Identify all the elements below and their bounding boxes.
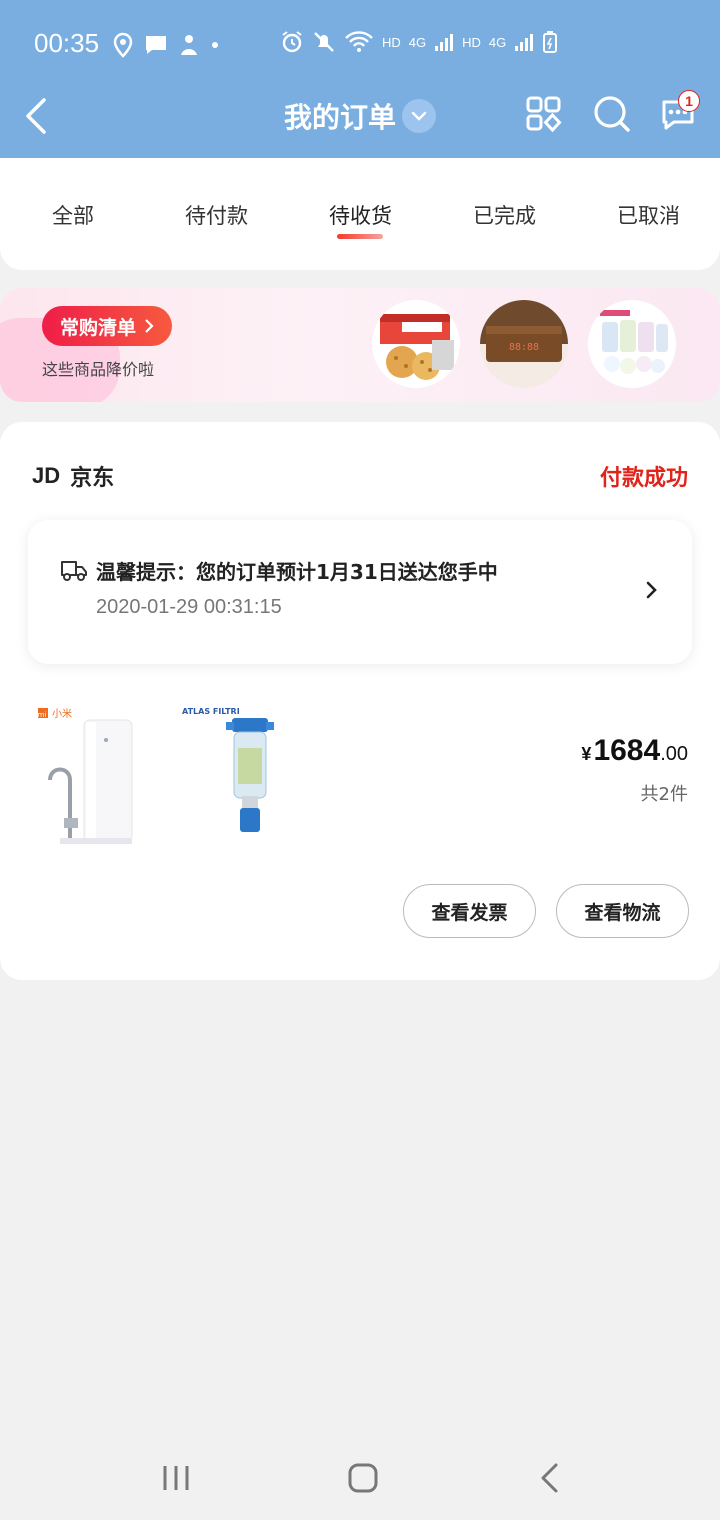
chevron-right-icon xyxy=(145,319,154,333)
page-title: 我的订单 xyxy=(284,101,397,134)
status-system-icons: HD 4G HD 4G xyxy=(280,30,558,54)
title-dropdown[interactable]: 我的订单 xyxy=(284,96,437,136)
baby-food-image xyxy=(600,310,668,374)
svg-text:88:88: 88:88 xyxy=(509,342,539,353)
atlas-filter-image: ATLAS FILTRI xyxy=(182,707,274,832)
price-decimal: .00 xyxy=(660,743,688,765)
jd-logo: JD xyxy=(32,463,61,488)
product-thumbnail-cookies[interactable] xyxy=(372,300,460,388)
network-label-1: 4G xyxy=(408,34,427,50)
alarm-icon xyxy=(282,31,302,53)
active-tab-indicator xyxy=(337,234,383,239)
dot-icon xyxy=(212,42,218,48)
water-purifier-image: mi 小米 xyxy=(38,707,133,844)
back-arrow-icon xyxy=(26,98,46,134)
frequent-purchase-banner[interactable]: 常购清单 这些商品降价啦 88:88 xyxy=(0,288,720,402)
price-currency: ¥ xyxy=(581,744,592,764)
product-image-water-purifier[interactable]: mi 小米 xyxy=(30,700,160,850)
delivery-notice[interactable]: 温馨提示：您的订单预计1月31日送达您手中 2020-01-29 00:31:1… xyxy=(28,520,692,664)
banner-subtitle: 这些商品降价啦 xyxy=(42,360,155,379)
order-card[interactable]: JD 京东 付款成功 温馨提示：您的订单预计1月31日送达您手中 2020-01… xyxy=(0,422,720,980)
chevron-right-icon xyxy=(646,581,657,599)
categories-button[interactable] xyxy=(524,94,564,134)
hd-label-1: HD xyxy=(382,34,401,50)
signal-icon-1 xyxy=(435,34,454,51)
battery-icon xyxy=(543,31,558,53)
brand-label-xiaomi: 小米 xyxy=(52,707,72,720)
tab-pending-receipt[interactable]: 待收货 xyxy=(329,200,392,230)
brand-label-atlas: ATLAS FILTRI xyxy=(182,707,240,716)
order-status: 付款成功 xyxy=(599,466,688,491)
hd-label-2: HD xyxy=(462,34,481,50)
wifi-icon xyxy=(345,31,373,52)
svg-text:mi: mi xyxy=(38,711,47,719)
back-chevron-icon xyxy=(541,1463,558,1493)
message-badge: 1 xyxy=(678,90,700,112)
frequent-list-button[interactable]: 常购清单 xyxy=(42,306,173,346)
notice-timestamp: 2020-01-29 00:31:15 xyxy=(96,596,282,618)
item-count: 共2件 xyxy=(640,784,688,805)
product-image-atlas-filter[interactable]: ATLAS FILTRI xyxy=(178,700,308,850)
notice-message: 温馨提示：您的订单预计1月31日送达您手中 xyxy=(96,560,498,584)
search-button[interactable] xyxy=(592,94,632,134)
system-navigation-bar xyxy=(0,1440,720,1520)
tab-all[interactable]: 全部 xyxy=(52,200,94,230)
tab-pending-payment[interactable]: 待付款 xyxy=(185,200,248,230)
cookie-box-image xyxy=(380,314,454,380)
product-thumbnail-wood-clock[interactable]: 88:88 xyxy=(480,300,568,388)
tab-cancelled[interactable]: 已取消 xyxy=(617,200,680,230)
status-time: 00:35 xyxy=(34,28,100,58)
recent-apps-button[interactable] xyxy=(156,1458,196,1498)
home-button[interactable] xyxy=(343,1458,383,1498)
top-bar: 00:35 HD 4G HD 4G 我的订单 xyxy=(0,0,720,158)
status-notification-icons xyxy=(112,32,220,58)
view-invoice-button[interactable]: 查看发票 xyxy=(403,884,536,938)
header: 我的订单 xyxy=(0,84,720,148)
tab-completed[interactable]: 已完成 xyxy=(473,200,536,230)
back-button[interactable] xyxy=(18,94,58,138)
system-back-button[interactable] xyxy=(530,1458,570,1498)
shop-header[interactable]: JD 京东 xyxy=(32,460,114,492)
search-icon xyxy=(594,96,630,132)
delivery-truck-icon xyxy=(61,561,87,581)
view-logistics-button[interactable]: 查看物流 xyxy=(556,884,689,938)
mute-icon xyxy=(314,32,334,52)
signal-icon-2 xyxy=(515,34,534,51)
message-icon xyxy=(146,36,166,54)
product-thumbnail-baby-food[interactable] xyxy=(588,300,676,388)
wood-clock-image: 88:88 xyxy=(480,300,568,362)
status-bar: 00:35 HD 4G HD 4G xyxy=(0,22,720,66)
recent-apps-icon xyxy=(163,1466,189,1490)
price-integer: 1684 xyxy=(593,734,661,767)
shop-name: 京东 xyxy=(70,466,115,491)
frequent-list-label: 常购清单 xyxy=(60,316,137,339)
app-notification-icon xyxy=(181,35,197,55)
location-icon xyxy=(113,32,133,58)
network-label-2: 4G xyxy=(488,34,507,50)
chevron-down-icon xyxy=(402,99,437,133)
order-tabs: 全部 待付款 待收货 已完成 已取消 xyxy=(0,158,720,270)
home-icon xyxy=(348,1463,378,1493)
grid-icon xyxy=(526,96,562,133)
order-total-price: ¥ 1684 .00 xyxy=(581,734,688,768)
